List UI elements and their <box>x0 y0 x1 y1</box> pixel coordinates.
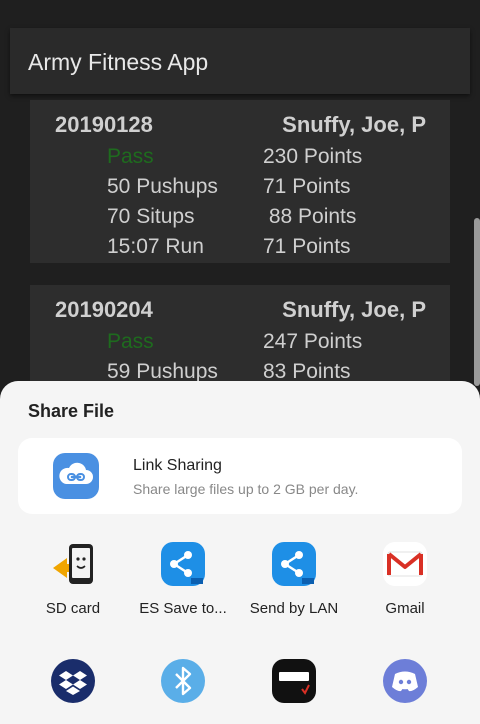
share-target-label: ES Save to... <box>139 600 227 617</box>
record-run-points: 71 Points <box>263 235 351 258</box>
share-target-sd-card[interactable]: SD card <box>13 542 133 632</box>
link-sharing-title: Link Sharing <box>133 457 222 474</box>
bluetooth-icon <box>161 659 205 703</box>
record-result: Pass <box>107 145 154 168</box>
dropbox-icon <box>51 659 95 703</box>
status-bar <box>0 0 480 28</box>
record-card[interactable]: 20190128 Snuffy, Joe, P Pass 230 Points … <box>30 100 450 263</box>
share-sheet-title: Share File <box>28 401 115 421</box>
share-sheet: Share File Link Sharing Share large file… <box>0 381 480 724</box>
share-target-discord[interactable] <box>345 659 465 719</box>
share-target-cloud[interactable] <box>234 659 354 719</box>
share-target-gmail[interactable]: Gmail <box>345 542 465 632</box>
cloud-icon <box>272 659 316 703</box>
record-result: Pass <box>107 330 154 353</box>
share-target-send-lan[interactable]: Send by LAN <box>234 542 354 632</box>
share-target-es-save[interactable]: ES Save to... <box>123 542 243 632</box>
app-bar: Army Fitness App <box>10 28 470 94</box>
scrollbar[interactable] <box>474 218 480 386</box>
record-run: 15:07 Run <box>107 235 204 258</box>
record-total-points: 247 Points <box>263 330 363 353</box>
share-target-bluetooth[interactable] <box>123 659 243 719</box>
sd-card-icon <box>51 542 95 586</box>
link-sharing-option[interactable]: Link Sharing Share large files up to 2 G… <box>18 438 462 514</box>
share-target-label: SD card <box>45 600 101 617</box>
discord-icon <box>383 659 427 703</box>
record-pushups: 50 Pushups <box>107 175 218 198</box>
record-date: 20190204 <box>55 297 153 322</box>
record-situps-points: 88 Points <box>263 205 357 228</box>
record-situps: 70 Situps <box>107 205 195 228</box>
record-date: 20190128 <box>55 112 153 137</box>
record-total-points: 230 Points <box>263 145 363 168</box>
record-pushups-points: 71 Points <box>263 175 351 198</box>
link-sharing-icon <box>53 453 99 499</box>
gmail-icon <box>383 542 427 586</box>
es-save-icon <box>161 542 205 586</box>
record-name: Snuffy, Joe, P <box>282 112 426 137</box>
link-sharing-subtitle: Share large files up to 2 GB per day. <box>133 481 359 497</box>
app-title: Army Fitness App <box>28 49 209 75</box>
record-name: Snuffy, Joe, P <box>282 297 426 322</box>
send-lan-icon <box>272 542 316 586</box>
share-target-dropbox[interactable] <box>13 659 133 719</box>
share-target-label: Gmail <box>385 600 425 617</box>
share-target-label: Send by LAN <box>249 600 339 617</box>
